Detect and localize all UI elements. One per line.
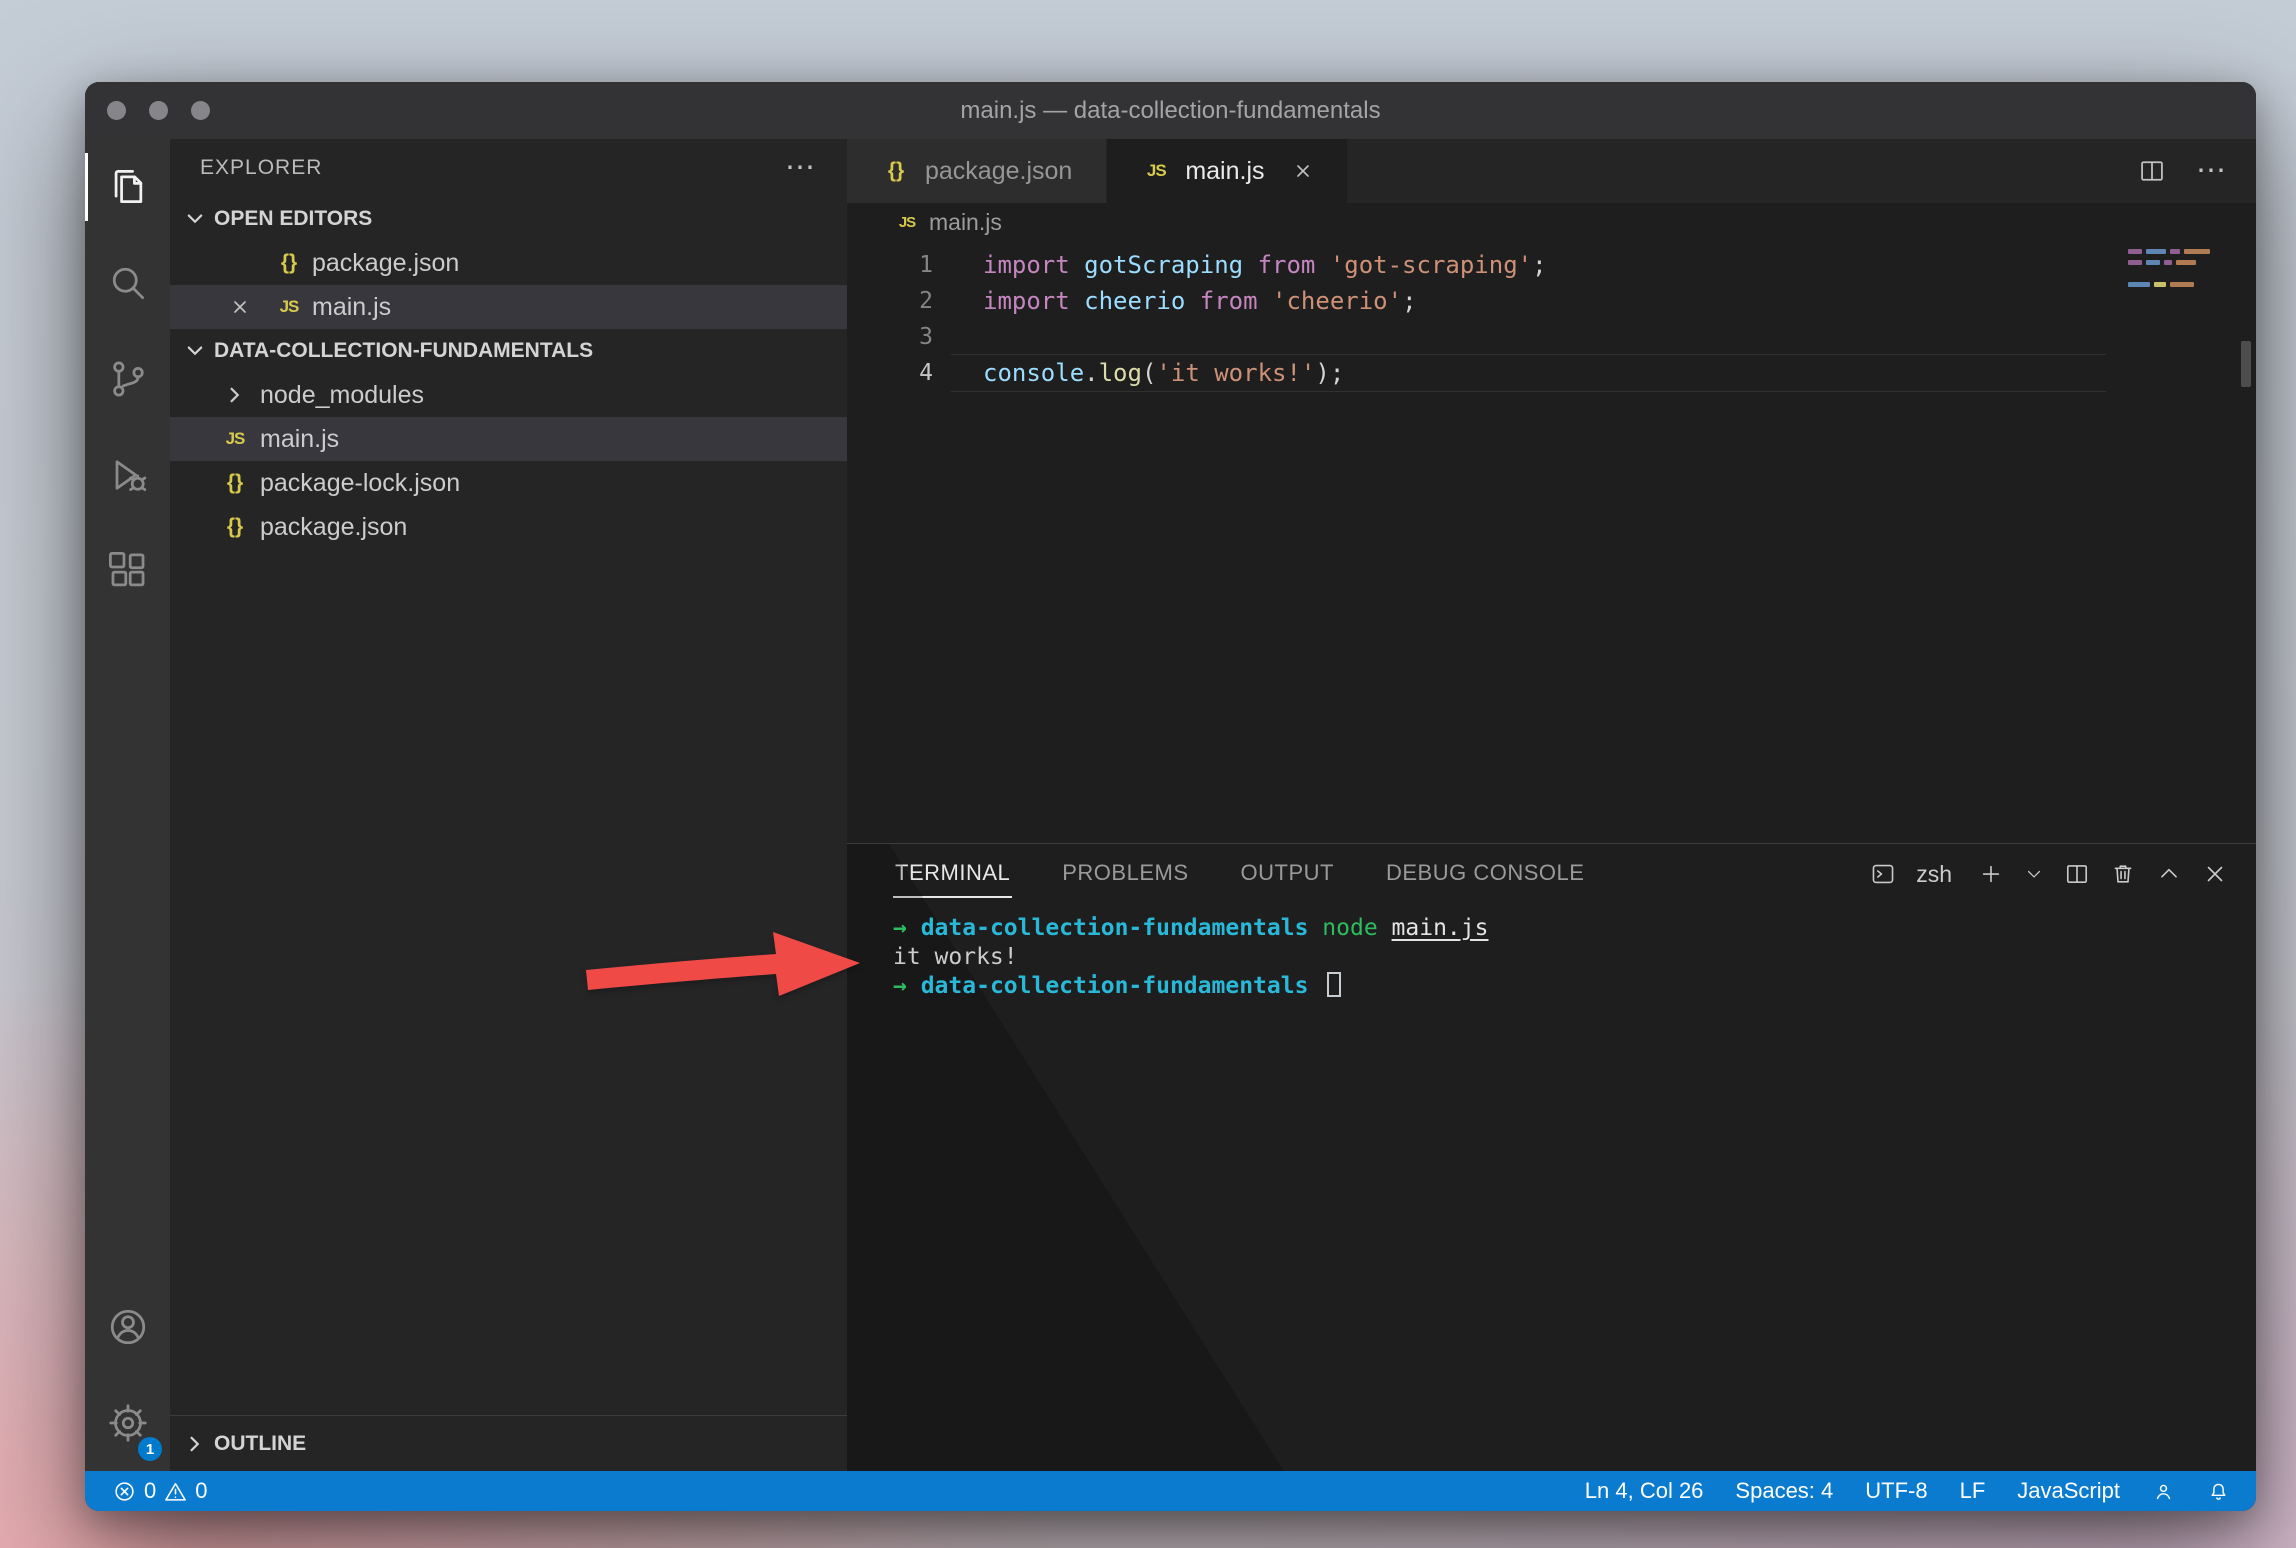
extensions-activity-button[interactable] xyxy=(85,523,170,619)
line-number: 4 xyxy=(847,360,933,386)
js-file-icon: JS xyxy=(274,297,304,317)
open-editor-package-json[interactable]: {} package.json xyxy=(170,241,847,285)
chevron-down-icon xyxy=(184,208,206,230)
error-icon xyxy=(113,1480,136,1503)
json-file-icon: {} xyxy=(274,251,304,275)
outline-section-header[interactable]: OUTLINE xyxy=(170,1415,847,1471)
terminal-dropdown-chevron-icon[interactable] xyxy=(2024,864,2044,884)
vscode-window: main.js — data-collection-fundamentals xyxy=(85,82,2256,1511)
indentation-status[interactable]: Spaces: 4 xyxy=(1735,1478,1833,1504)
notifications-button[interactable] xyxy=(2207,1480,2230,1503)
accounts-button[interactable] xyxy=(85,1279,170,1375)
source-control-activity-button[interactable] xyxy=(85,331,170,427)
close-tab-icon[interactable] xyxy=(1293,161,1313,181)
js-file-icon: JS xyxy=(895,214,919,231)
tab-bar: {} package.json JS main.js ⋯ xyxy=(847,139,2256,203)
chevron-right-icon xyxy=(184,1433,206,1455)
account-icon xyxy=(106,1305,150,1349)
close-panel-icon[interactable] xyxy=(2202,861,2228,887)
tab-problems[interactable]: PROBLEMS xyxy=(1060,850,1190,898)
chevron-right-icon xyxy=(224,384,246,406)
explorer-activity-button[interactable] xyxy=(85,139,170,235)
sidebar-title: EXPLORER xyxy=(200,156,322,180)
workspace-section-header[interactable]: DATA-COLLECTION-FUNDAMENTALS xyxy=(170,329,847,373)
feedback-button[interactable] xyxy=(2152,1480,2175,1503)
open-editors-section-header[interactable]: OPEN EDITORS xyxy=(170,197,847,241)
terminal-output[interactable]: → data-collection-fundamentals node main… xyxy=(847,904,2256,1001)
close-editor-icon[interactable] xyxy=(230,297,250,317)
editor-region: {} package.json JS main.js ⋯ JS main.j xyxy=(847,139,2256,1471)
source-control-icon xyxy=(106,357,150,401)
tree-item-main-js[interactable]: JS main.js xyxy=(170,417,847,461)
tree-item-node-modules[interactable]: node_modules xyxy=(170,373,847,417)
shell-name[interactable]: zsh xyxy=(1916,861,1952,888)
search-icon xyxy=(106,261,150,305)
chevron-down-icon xyxy=(184,340,206,362)
terminal-panel: TERMINAL PROBLEMS OUTPUT DEBUG CONSOLE z… xyxy=(847,843,2256,1471)
files-icon xyxy=(106,165,150,209)
tab-package-json[interactable]: {} package.json xyxy=(847,139,1107,203)
terminal-line: → data-collection-fundamentals node main… xyxy=(893,914,2256,943)
line-number: 3 xyxy=(847,324,933,350)
scrollbar-decoration[interactable] xyxy=(2241,341,2251,387)
panel-header: TERMINAL PROBLEMS OUTPUT DEBUG CONSOLE z… xyxy=(847,844,2256,904)
problems-status[interactable]: 0 0 xyxy=(113,1478,208,1504)
feedback-icon xyxy=(2152,1480,2175,1503)
json-file-icon: {} xyxy=(881,159,911,183)
new-terminal-icon[interactable] xyxy=(1978,861,2004,887)
cursor-position-status[interactable]: Ln 4, Col 26 xyxy=(1585,1478,1704,1504)
editor-more-actions-icon[interactable]: ⋯ xyxy=(2196,161,2228,181)
maximize-panel-icon[interactable] xyxy=(2156,861,2182,887)
run-debug-activity-button[interactable] xyxy=(85,427,170,523)
eol-status[interactable]: LF xyxy=(1960,1478,1986,1504)
settings-badge: 1 xyxy=(138,1437,162,1461)
code-line-current: 4 console.log('it works!'); xyxy=(847,355,2256,391)
tab-main-js[interactable]: JS main.js xyxy=(1107,139,1347,203)
search-activity-button[interactable] xyxy=(85,235,170,331)
breadcrumb[interactable]: JS main.js xyxy=(847,203,2256,241)
kill-terminal-icon[interactable] xyxy=(2110,861,2136,887)
split-terminal-icon[interactable] xyxy=(2064,861,2090,887)
breadcrumb-item[interactable]: main.js xyxy=(929,209,1002,236)
tree-item-package-json[interactable]: {} package.json xyxy=(170,505,847,549)
status-bar: 0 0 Ln 4, Col 26 Spaces: 4 UTF-8 LF Java… xyxy=(85,1471,2256,1511)
code-line: 1 import gotScraping from 'got-scraping'… xyxy=(847,247,2256,283)
tree-item-package-lock-json[interactable]: {} package-lock.json xyxy=(170,461,847,505)
json-file-icon: {} xyxy=(220,515,250,539)
run-debug-icon xyxy=(106,453,150,497)
settings-button[interactable]: 1 xyxy=(85,1375,170,1471)
titlebar[interactable]: main.js — data-collection-fundamentals xyxy=(85,82,2256,139)
terminal-icon[interactable] xyxy=(1870,861,1896,887)
terminal-line: it works! xyxy=(893,943,2256,972)
code-line: 2 import cheerio from 'cheerio'; xyxy=(847,283,2256,319)
terminal-line: → data-collection-fundamentals xyxy=(893,972,2256,1001)
json-file-icon: {} xyxy=(220,471,250,495)
js-file-icon: JS xyxy=(1141,161,1171,181)
tab-debug-console[interactable]: DEBUG CONSOLE xyxy=(1384,850,1586,898)
explorer-more-actions-icon[interactable]: ⋯ xyxy=(785,158,817,178)
language-mode-status[interactable]: JavaScript xyxy=(2017,1478,2120,1504)
bell-icon xyxy=(2207,1480,2230,1503)
open-editor-main-js[interactable]: JS main.js xyxy=(170,285,847,329)
activity-bar: 1 xyxy=(85,139,170,1471)
tab-terminal[interactable]: TERMINAL xyxy=(893,850,1012,898)
extensions-icon xyxy=(106,549,150,593)
warning-icon xyxy=(164,1480,187,1503)
split-editor-icon[interactable] xyxy=(2138,157,2166,185)
code-line: 3 xyxy=(847,319,2256,355)
line-number: 1 xyxy=(847,252,933,278)
minimap[interactable] xyxy=(2128,249,2232,293)
window-title: main.js — data-collection-fundamentals xyxy=(85,97,2256,125)
code-editor[interactable]: 1 import gotScraping from 'got-scraping'… xyxy=(847,241,2256,843)
js-file-icon: JS xyxy=(220,429,250,449)
explorer-sidebar: EXPLORER ⋯ OPEN EDITORS {} package.json … xyxy=(170,139,847,1471)
line-number: 2 xyxy=(847,288,933,314)
encoding-status[interactable]: UTF-8 xyxy=(1865,1478,1927,1504)
tab-output[interactable]: OUTPUT xyxy=(1239,850,1336,898)
